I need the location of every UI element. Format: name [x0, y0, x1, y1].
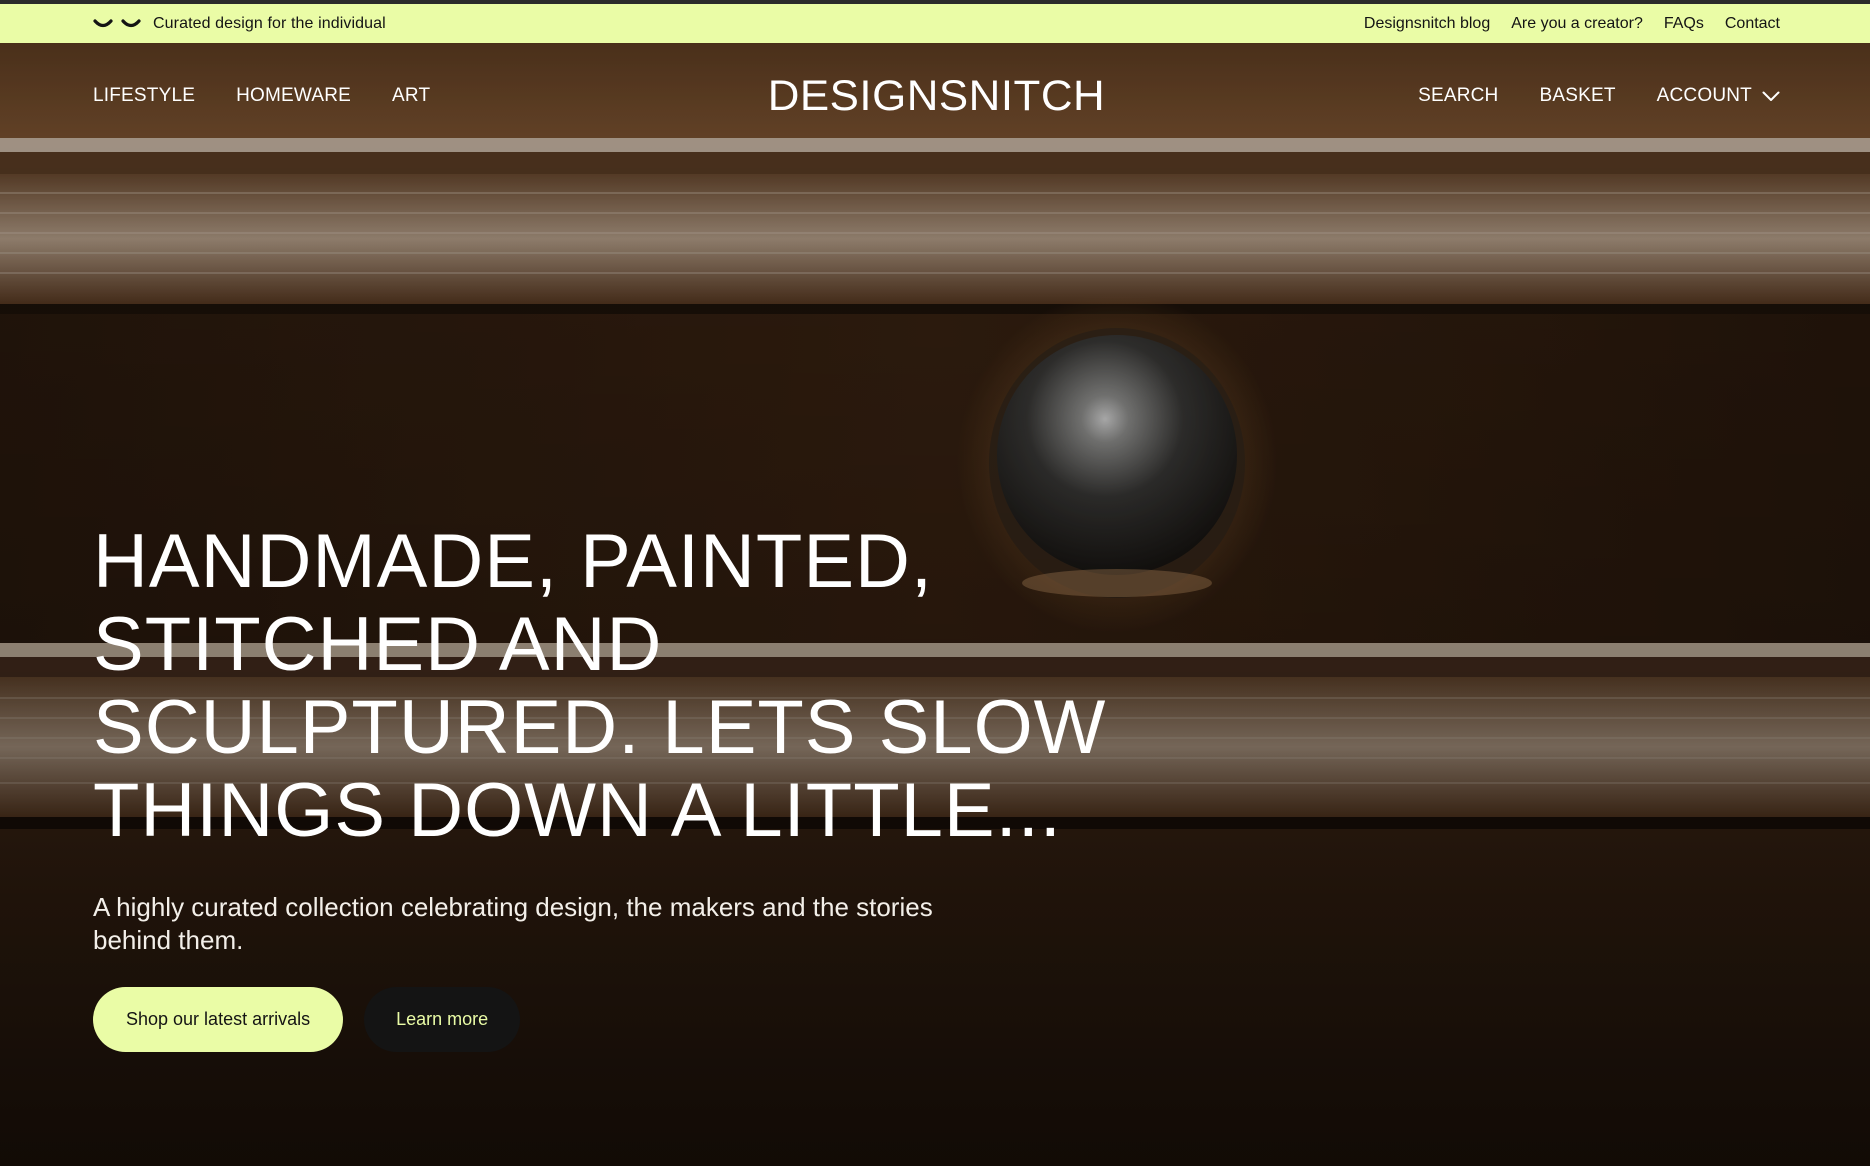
main-nav: LIFESTYLE HOMEWARE ART DESIGNSNITCH SEAR… — [0, 43, 1870, 149]
utility-nav: Designsnitch blog Are you a creator? FAQ… — [1364, 15, 1780, 33]
nav-art[interactable]: ART — [392, 85, 430, 107]
tagline: Curated design for the individual — [153, 14, 386, 32]
headline-line: SCULPTURED. LETS SLOW — [93, 685, 1107, 770]
nav-lifestyle[interactable]: LIFESTYLE — [93, 85, 195, 107]
account-label: ACCOUNT — [1656, 85, 1752, 106]
cta-group: Shop our latest arrivals Learn more — [93, 987, 1193, 1052]
nav-homeware[interactable]: HOMEWARE — [236, 85, 351, 107]
brand-logo[interactable]: DESIGNSNITCH — [768, 72, 1106, 121]
contact-link[interactable]: Contact — [1725, 15, 1780, 33]
search-link[interactable]: SEARCH — [1418, 85, 1498, 107]
hero-headline: HANDMADE, PAINTED, STITCHED AND SCULPTUR… — [93, 520, 1193, 852]
learn-more-button[interactable]: Learn more — [364, 987, 521, 1052]
blog-link[interactable]: Designsnitch blog — [1364, 15, 1490, 33]
chevron-down-icon — [1762, 91, 1780, 102]
account-nav: SEARCH BASKET ACCOUNT — [1260, 85, 1780, 107]
basket-link[interactable]: BASKET — [1539, 85, 1615, 107]
announcement-bar: Curated design for the individual Design… — [0, 0, 1870, 43]
shop-latest-button[interactable]: Shop our latest arrivals — [93, 987, 344, 1052]
creator-link[interactable]: Are you a creator? — [1511, 15, 1643, 33]
hero-subhead: A highly curated collection celebrating … — [93, 892, 933, 955]
headline-line: THINGS DOWN A LITTLE... — [93, 768, 1062, 853]
headline-line: STITCHED AND — [93, 602, 663, 687]
headline-line: HANDMADE, PAINTED, — [93, 519, 934, 604]
hero-content: HANDMADE, PAINTED, STITCHED AND SCULPTUR… — [93, 520, 1193, 1052]
smile-eyes-icon[interactable] — [93, 18, 141, 29]
page: Curated design for the individual Design… — [0, 0, 1870, 1166]
faqs-link[interactable]: FAQs — [1664, 15, 1704, 33]
account-menu[interactable]: ACCOUNT — [1657, 85, 1780, 107]
category-nav: LIFESTYLE HOMEWARE ART — [93, 85, 613, 107]
topbar-left: Curated design for the individual — [93, 15, 386, 33]
